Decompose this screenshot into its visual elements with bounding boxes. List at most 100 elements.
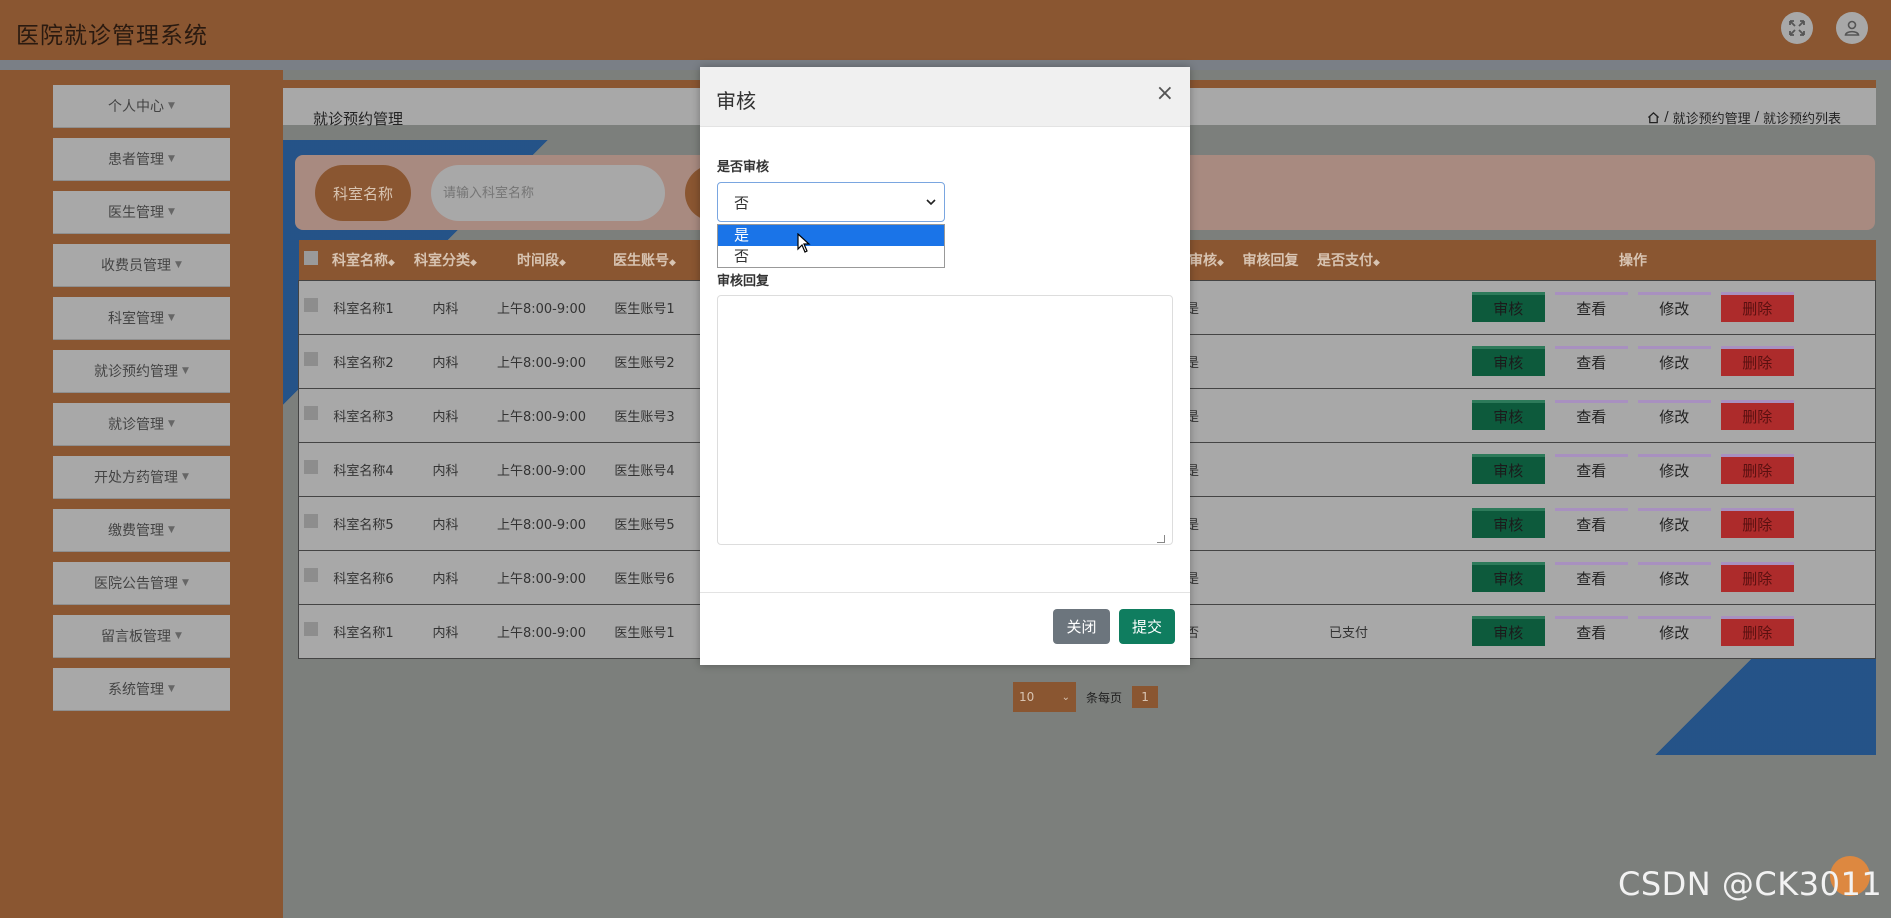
sidebar-item-announcements[interactable]: 医院公告管理 ▼ [53,562,230,605]
column-header[interactable]: 科室名称◆ [323,240,405,280]
caret-down-icon: ▼ [168,101,175,111]
caret-down-icon: ▼ [175,260,182,270]
modal-footer: 关闭 提交 [700,592,1190,665]
audit-dropdown: 是 否 [717,224,945,268]
sidebar-item-system[interactable]: 系统管理 ▼ [53,668,230,711]
edit-button[interactable]: 修改 [1637,346,1711,376]
sidebar-item-cashiers[interactable]: 收费员管理 ▼ [53,244,230,287]
sidebar-item-patients[interactable]: 患者管理 ▼ [53,138,230,181]
close-icon[interactable]: × [1156,81,1174,106]
audit-button[interactable]: 审核 [1471,292,1545,322]
column-header[interactable]: 医生账号◆ [597,240,693,280]
caret-down-icon: ▼ [182,578,189,588]
caret-down-icon: ▼ [168,419,175,429]
sort-icon: ◆ [669,257,676,268]
caret-down-icon: ▼ [168,207,175,217]
select-all-checkbox[interactable] [303,250,318,265]
view-button[interactable]: 查看 [1554,616,1628,646]
breadcrumb: / 就诊预约管理 / 就诊预约列表 [1647,108,1841,127]
delete-button[interactable]: 删除 [1720,454,1794,484]
edit-button[interactable]: 修改 [1637,562,1711,592]
sidebar-item-prescriptions[interactable]: 开处方药管理 ▼ [53,456,230,499]
delete-button[interactable]: 删除 [1720,508,1794,538]
dropdown-option-no[interactable]: 否 [718,246,944,267]
caret-down-icon: ▼ [168,154,175,164]
search-input[interactable] [431,165,665,221]
row-checkbox[interactable] [303,514,318,528]
column-header: 操作 [1619,252,1647,269]
search-label: 科室名称 [315,165,411,221]
page-title: 就诊预约管理 [313,110,404,128]
edit-button[interactable]: 修改 [1637,454,1711,484]
edit-button[interactable]: 修改 [1637,292,1711,322]
top-header: 医院就诊管理系统 [0,0,1891,60]
resize-grip[interactable] [1157,535,1165,543]
audit-button[interactable]: 审核 [1471,508,1545,538]
mouse-cursor-icon [797,233,811,253]
view-button[interactable]: 查看 [1554,346,1628,376]
home-icon[interactable] [1647,111,1660,124]
column-header[interactable]: 审核回复 [1235,240,1307,280]
caret-down-icon: ▼ [182,472,189,482]
sidebar-item-appointments[interactable]: 就诊预约管理 ▼ [53,350,230,393]
sidebar-item-departments[interactable]: 科室管理 ▼ [53,297,230,340]
row-checkbox[interactable] [303,568,318,582]
page-size-select[interactable]: 10 ⌄ [1013,682,1076,712]
chevron-down-icon [926,199,936,206]
page-number[interactable]: 1 [1132,686,1159,708]
modal-header: 审核 × [700,67,1190,127]
row-checkbox[interactable] [303,352,318,366]
caret-down-icon: ▼ [168,684,175,694]
row-checkbox[interactable] [303,460,318,474]
breadcrumb-item[interactable]: 就诊预约管理 [1673,108,1751,127]
sidebar-item-visits[interactable]: 就诊管理 ▼ [53,403,230,446]
sidebar-item-payments[interactable]: 缴费管理 ▼ [53,509,230,552]
reply-textarea[interactable] [717,295,1173,545]
breadcrumb-item: 就诊预约列表 [1762,112,1841,127]
delete-button[interactable]: 删除 [1720,292,1794,322]
delete-button[interactable]: 删除 [1720,400,1794,430]
app-title: 医院就诊管理系统 [16,23,208,49]
chevron-down-icon: ⌄ [1061,691,1070,703]
delete-button[interactable]: 删除 [1720,346,1794,376]
row-checkbox[interactable] [303,298,318,312]
audit-button[interactable]: 审核 [1471,454,1545,484]
column-header[interactable]: 是否支付◆ [1307,240,1391,280]
audit-modal: 审核 × 是否审核 否 是 否 审核回复 关闭 提交 [700,67,1190,665]
sidebar-item-doctors[interactable]: 医生管理 ▼ [53,191,230,234]
row-checkbox[interactable] [303,622,318,636]
submit-button[interactable]: 提交 [1119,609,1175,644]
sort-icon: ◆ [388,257,395,268]
sort-icon: ◆ [1373,257,1380,268]
audit-field-label: 是否审核 [717,160,770,175]
caret-down-icon: ▼ [182,366,189,376]
audit-button[interactable]: 审核 [1471,346,1545,376]
edit-button[interactable]: 修改 [1637,508,1711,538]
close-button[interactable]: 关闭 [1053,609,1110,644]
view-button[interactable]: 查看 [1554,292,1628,322]
delete-button[interactable]: 删除 [1720,616,1794,646]
column-header[interactable]: 科室分类◆ [405,240,487,280]
view-button[interactable]: 查看 [1554,508,1628,538]
dropdown-option-yes[interactable]: 是 [718,225,944,246]
audit-select[interactable]: 否 [717,182,945,222]
sidebar-item-profile[interactable]: 个人中心 ▼ [53,85,230,128]
view-button[interactable]: 查看 [1554,562,1628,592]
edit-button[interactable]: 修改 [1637,616,1711,646]
column-header[interactable]: 时间段◆ [487,240,597,280]
view-button[interactable]: 查看 [1554,454,1628,484]
sort-icon: ◆ [559,257,566,268]
user-button[interactable] [1836,12,1868,44]
edit-button[interactable]: 修改 [1637,400,1711,430]
fullscreen-button[interactable] [1781,12,1813,44]
caret-down-icon: ▼ [175,631,182,641]
caret-down-icon: ▼ [168,525,175,535]
watermark: CSDN @CK3011 [1618,865,1883,903]
audit-button[interactable]: 审核 [1471,562,1545,592]
sidebar-item-messages[interactable]: 留言板管理 ▼ [53,615,230,658]
audit-button[interactable]: 审核 [1471,400,1545,430]
delete-button[interactable]: 删除 [1720,562,1794,592]
view-button[interactable]: 查看 [1554,400,1628,430]
row-checkbox[interactable] [303,406,318,420]
audit-button[interactable]: 审核 [1471,616,1545,646]
